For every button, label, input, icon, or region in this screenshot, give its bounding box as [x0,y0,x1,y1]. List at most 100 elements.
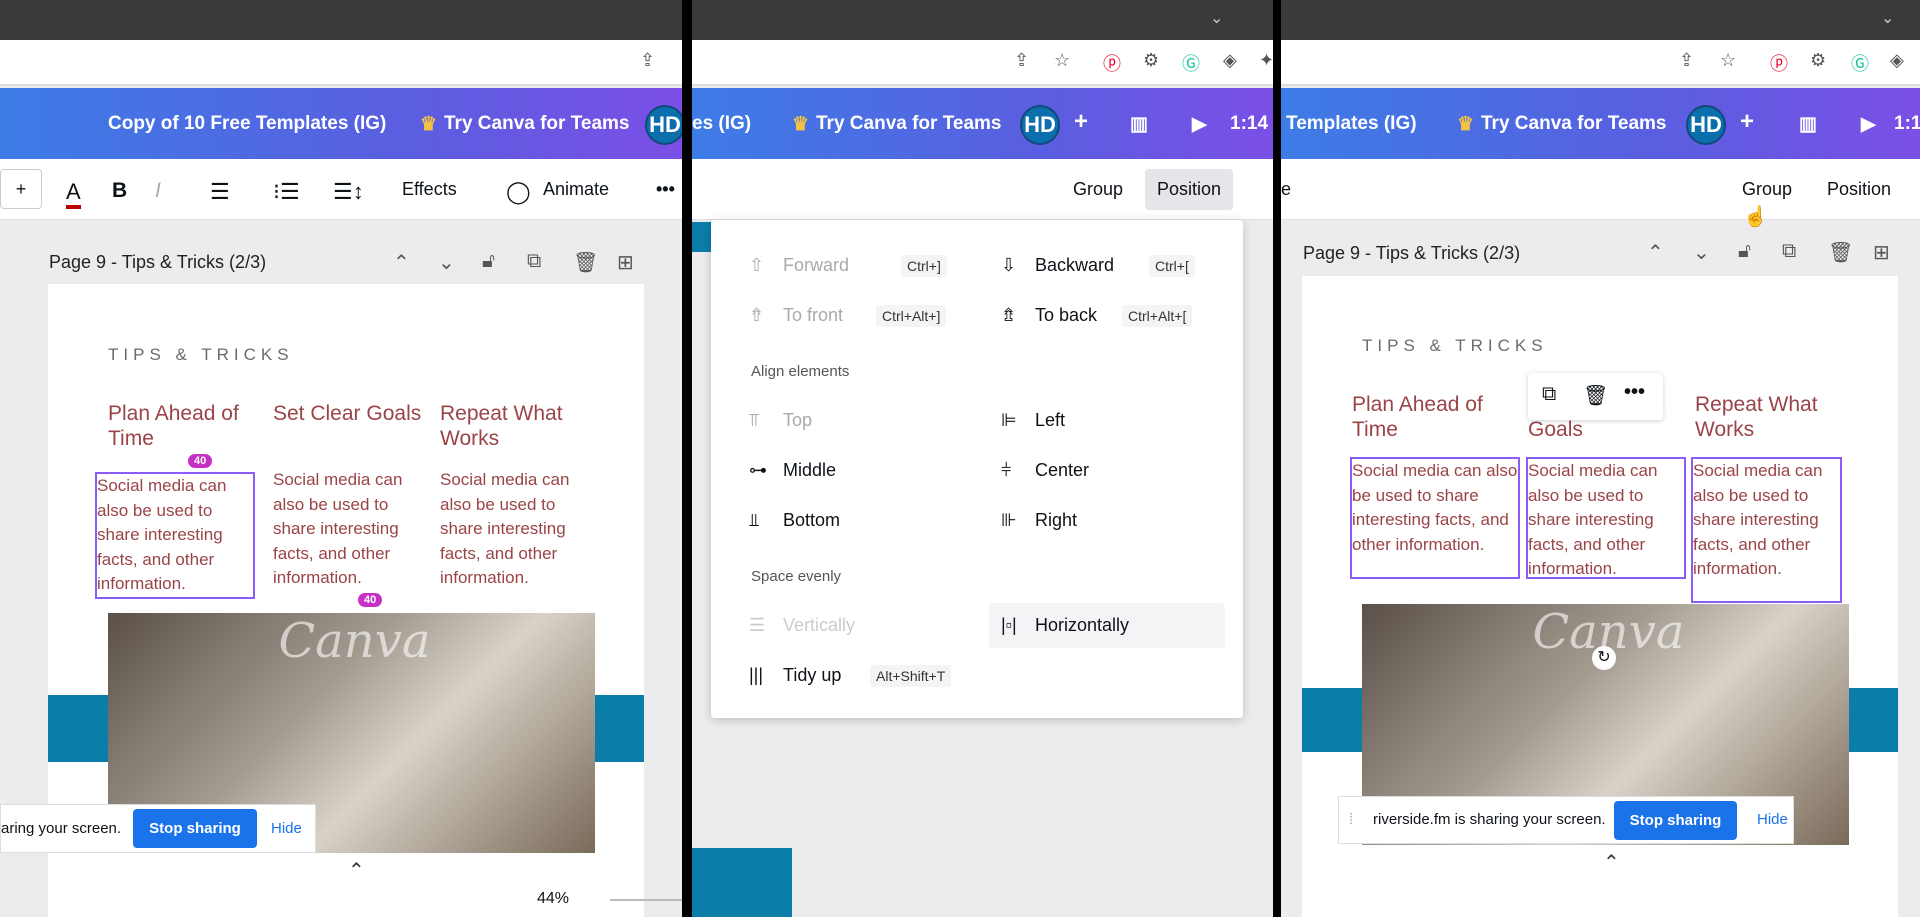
column-heading-partial[interactable]: Goals [1528,417,1688,442]
column-body-selected[interactable]: Social media can also be used to share i… [1350,457,1520,579]
star-icon[interactable]: ☆ [1054,50,1070,71]
document-title[interactable]: Templates (IG) [1286,113,1417,135]
italic-icon[interactable]: I [155,179,161,203]
rotate-icon[interactable]: ↻ [1592,646,1616,670]
duplicate-icon[interactable]: ⧉ [527,250,541,273]
column-heading[interactable]: Repeat What Works [1695,392,1855,442]
timer[interactable]: 1:14 [1230,113,1268,135]
more-icon[interactable]: ••• [656,179,675,200]
column-body[interactable]: Social media can also be used to share i… [273,468,428,591]
bold-icon[interactable]: B [112,179,127,203]
chevron-down-icon[interactable]: ⌄ [1210,8,1223,28]
zoom-level[interactable]: 44% [537,890,569,908]
extension-icon[interactable]: ⚙ [1143,50,1159,71]
column-heading[interactable]: Repeat What Works [440,401,600,451]
chevron-down-icon[interactable]: ⌄ [1693,240,1710,265]
try-teams-button[interactable]: Try Canva for Teams [816,113,1002,135]
menu-item-to-back[interactable]: ⇯ To back [1001,305,1097,326]
menu-item-forward[interactable]: ⇧ Forward [749,255,849,276]
hide-button[interactable]: Hide [1757,811,1788,828]
align-icon[interactable]: ☰ [210,179,230,205]
chevron-down-icon[interactable]: ⌄ [438,250,455,275]
stop-sharing-button[interactable]: Stop sharing [133,809,257,848]
chevron-up-icon[interactable]: ⌃ [1603,850,1620,875]
text-color-icon[interactable]: A [66,179,81,209]
spacing-icon[interactable]: ☰↕ [333,179,364,205]
page-title[interactable]: Page 9 - Tips & Tricks (2/3) [49,252,266,273]
chevron-down-icon[interactable]: ⌄ [1881,8,1894,28]
avatar[interactable]: HD [645,105,682,145]
animate-button[interactable]: Animate [543,179,609,200]
star-icon[interactable]: ☆ [1720,50,1736,71]
trash-icon[interactable]: 🗑︎ [1583,383,1608,408]
group-button[interactable]: Group [1742,179,1792,200]
share-icon[interactable]: ⇪ [1014,50,1029,71]
menu-item-align-center[interactable]: ⫩ Center [1001,460,1089,481]
menu-item-align-bottom[interactable]: ⫫ Bottom [749,510,840,531]
extension-icon[interactable]: ◈ [1890,50,1904,71]
extension-icon[interactable]: ⚙ [1810,50,1826,71]
menu-item-align-top[interactable]: ⫪ Top [749,410,812,431]
group-button[interactable]: Group [1073,179,1123,200]
menu-item-align-middle[interactable]: ⊶ Middle [749,460,836,481]
insights-icon[interactable]: ▥ [1130,113,1148,136]
zoom-slider[interactable] [610,899,682,901]
trash-icon[interactable]: 🗑︎ [1828,240,1853,265]
column-heading[interactable]: Plan Ahead of Time [108,401,268,451]
puzzle-icon[interactable]: ✦ [1259,50,1273,71]
column-body[interactable]: Social media can also be used to share i… [440,468,595,591]
menu-item-space-vertically[interactable]: ☰ Vertically [749,615,855,636]
grammarly-icon[interactable]: Ⓖ [1182,50,1200,76]
chevron-up-icon[interactable]: ⌃ [1647,240,1664,265]
duplicate-icon[interactable]: ⧉ [1542,383,1556,406]
menu-item-backward[interactable]: ⇩ Backward [1001,255,1114,276]
timer[interactable]: 1:1 [1894,113,1920,135]
play-icon[interactable]: ▶ [1192,113,1207,136]
position-button[interactable]: Position [1145,169,1234,210]
avatar[interactable]: HD [1020,105,1060,145]
position-button[interactable]: Position [1827,179,1891,200]
chevron-up-icon[interactable]: ⌃ [393,250,410,275]
avatar[interactable]: HD [1686,105,1726,145]
lock-icon[interactable]: 🔓︎ [482,250,495,273]
play-icon[interactable]: ▶ [1861,113,1876,136]
page-title[interactable]: Page 9 - Tips & Tricks (2/3) [1303,243,1520,264]
stop-sharing-button[interactable]: Stop sharing [1614,801,1737,840]
trash-icon[interactable]: 🗑︎ [573,250,598,275]
menu-item-align-right[interactable]: ⊪ Right [1001,510,1077,531]
menu-item-align-left[interactable]: ⊫ Left [1001,410,1065,431]
share-icon[interactable]: ⇪ [640,50,655,71]
hide-button[interactable]: Hide [271,820,302,837]
document-title[interactable]: es (IG) [692,113,751,135]
insights-icon[interactable]: ▥ [1799,113,1817,136]
column-body-selected[interactable]: Social media can also be used to share i… [1526,457,1686,579]
try-teams-button[interactable]: Try Canva for Teams [444,113,630,135]
column-heading[interactable]: Plan Ahead of Time [1352,392,1512,442]
grammarly-icon[interactable]: Ⓖ [1851,50,1869,76]
add-icon[interactable]: + [1740,108,1754,136]
add-page-icon[interactable]: ⊞ [1873,240,1890,265]
column-body-selected[interactable]: Social media can also be used to share i… [95,472,255,599]
list-icon[interactable]: ⁝☰ [273,179,300,205]
menu-item-to-front[interactable]: ⇮ To front [749,305,843,326]
lock-icon[interactable]: 🔓︎ [1738,240,1751,263]
add-page-icon[interactable]: ⊞ [617,250,634,275]
menu-item-space-horizontally[interactable]: |▫| Horizontally [989,603,1225,648]
column-heading[interactable]: Set Clear Goals [273,401,433,426]
more-icon[interactable]: ••• [1624,381,1645,404]
tips-heading[interactable]: TIPS & TRICKS [1362,336,1548,356]
extension-icon[interactable]: ◈ [1223,50,1237,71]
font-size-plus-button[interactable]: + [0,169,42,209]
chevron-up-icon[interactable]: ⌃ [348,858,365,883]
pinterest-icon[interactable]: ⓟ [1103,50,1121,76]
duplicate-icon[interactable]: ⧉ [1782,240,1796,263]
column-body-selected[interactable]: Social media can also be used to share i… [1691,457,1842,603]
tips-heading[interactable]: TIPS & TRICKS [108,345,294,365]
pinterest-icon[interactable]: ⓟ [1770,50,1788,76]
try-teams-button[interactable]: Try Canva for Teams [1481,113,1667,135]
effects-button[interactable]: Effects [402,179,457,200]
document-title[interactable]: Copy of 10 Free Templates (IG) [108,113,386,135]
share-icon[interactable]: ⇪ [1679,50,1694,71]
menu-item-tidy-up[interactable]: ||| Tidy up [749,665,841,686]
add-icon[interactable]: + [1074,108,1088,136]
